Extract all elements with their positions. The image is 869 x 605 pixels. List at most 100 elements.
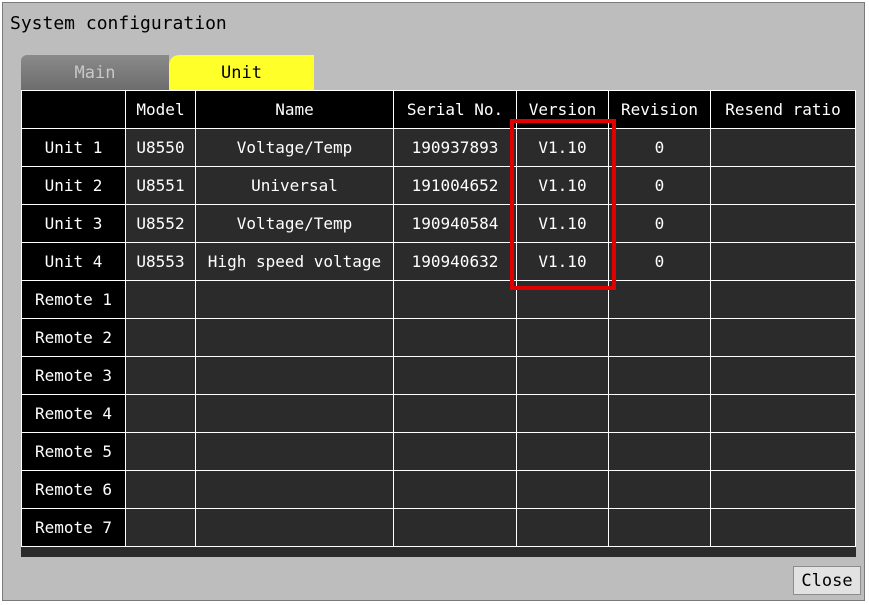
cell-serial [393, 280, 517, 319]
row-label: Remote 4 [21, 394, 126, 433]
cell-version [516, 280, 609, 319]
cell-resend-ratio [710, 394, 856, 433]
column-header-version: Version [516, 90, 609, 129]
table-corner [21, 90, 126, 129]
table-row: Remote 6 [21, 470, 856, 509]
cell-resend-ratio [710, 204, 856, 243]
cell-resend-ratio [710, 242, 856, 281]
cell-revision: 0 [608, 128, 711, 167]
row-label: Remote 2 [21, 318, 126, 357]
cell-model [125, 356, 196, 395]
row-label: Remote 5 [21, 432, 126, 471]
tab-unit[interactable]: Unit [169, 55, 314, 91]
cell-serial [393, 470, 517, 509]
column-header-resend-ratio: Resend ratio [710, 90, 856, 129]
cell-revision [608, 432, 711, 471]
cell-resend-ratio [710, 166, 856, 205]
cell-serial: 191004652 [393, 166, 517, 205]
table-row: Remote 5 [21, 432, 856, 471]
row-label: Unit 4 [21, 242, 126, 281]
cell-name [195, 318, 394, 357]
cell-serial: 190937893 [393, 128, 517, 167]
cell-serial: 190940584 [393, 204, 517, 243]
cell-serial [393, 394, 517, 433]
row-label: Unit 1 [21, 128, 126, 167]
cell-resend-ratio [710, 508, 856, 547]
cell-resend-ratio [710, 356, 856, 395]
window-title: System configuration [10, 13, 227, 34]
system-configuration-window: System configuration Main Unit Model Nam… [2, 2, 865, 601]
cell-revision: 0 [608, 204, 711, 243]
cell-model: U8551 [125, 166, 196, 205]
cell-model [125, 432, 196, 471]
cell-version: V1.10 [516, 166, 609, 205]
table-row: Unit 1 U8550 Voltage/Temp 190937893 V1.10 0 [21, 128, 856, 167]
table-header-row: Model Name Serial No. Version Revision R… [21, 90, 856, 129]
row-label: Remote 7 [21, 508, 126, 547]
cell-name: Voltage/Temp [195, 128, 394, 167]
cell-name [195, 470, 394, 509]
cell-model [125, 280, 196, 319]
cell-revision: 0 [608, 242, 711, 281]
table-row: Unit 2 U8551 Universal 191004652 V1.10 0 [21, 166, 856, 205]
column-header-serial: Serial No. [393, 90, 517, 129]
cell-version [516, 394, 609, 433]
cell-serial: 190940632 [393, 242, 517, 281]
cell-name: Voltage/Temp [195, 204, 394, 243]
cell-serial [393, 356, 517, 395]
cell-name [195, 432, 394, 471]
cell-version [516, 470, 609, 509]
cell-resend-ratio [710, 128, 856, 167]
cell-serial [393, 318, 517, 357]
table-row: Remote 7 [21, 508, 856, 547]
cell-name [195, 280, 394, 319]
cell-name [195, 508, 394, 547]
tab-main[interactable]: Main [21, 55, 169, 91]
row-label: Remote 3 [21, 356, 126, 395]
row-label: Unit 3 [21, 204, 126, 243]
column-header-revision: Revision [608, 90, 711, 129]
cell-name: Universal [195, 166, 394, 205]
cell-revision [608, 318, 711, 357]
cell-serial [393, 508, 517, 547]
table-row: Remote 4 [21, 394, 856, 433]
cell-model: U8552 [125, 204, 196, 243]
table-row: Remote 1 [21, 280, 856, 319]
cell-name: High speed voltage [195, 242, 394, 281]
cell-revision: 0 [608, 166, 711, 205]
cell-revision [608, 280, 711, 319]
cell-version: V1.10 [516, 204, 609, 243]
cell-model [125, 318, 196, 357]
unit-table: Model Name Serial No. Version Revision R… [21, 90, 856, 547]
cell-model [125, 394, 196, 433]
cell-version: V1.10 [516, 128, 609, 167]
row-label: Remote 6 [21, 470, 126, 509]
cell-revision [608, 508, 711, 547]
row-label: Remote 1 [21, 280, 126, 319]
table-row: Remote 3 [21, 356, 856, 395]
cell-resend-ratio [710, 280, 856, 319]
cell-model: U8550 [125, 128, 196, 167]
cell-name [195, 394, 394, 433]
table-row: Unit 3 U8552 Voltage/Temp 190940584 V1.10 0 [21, 204, 856, 243]
table-row: Remote 2 [21, 318, 856, 357]
close-button[interactable]: Close [793, 566, 861, 595]
cell-version [516, 318, 609, 357]
cell-model [125, 470, 196, 509]
cell-model: U8553 [125, 242, 196, 281]
cell-version [516, 508, 609, 547]
table-row: Unit 4 U8553 High speed voltage 190940632 V1… [21, 242, 856, 281]
cell-resend-ratio [710, 318, 856, 357]
cell-model [125, 508, 196, 547]
cell-version [516, 356, 609, 395]
cell-revision [608, 356, 711, 395]
cell-serial [393, 432, 517, 471]
cell-resend-ratio [710, 432, 856, 471]
row-label: Unit 2 [21, 166, 126, 205]
column-header-name: Name [195, 90, 394, 129]
cell-version [516, 432, 609, 471]
cell-version: V1.10 [516, 242, 609, 281]
cell-revision [608, 470, 711, 509]
cell-revision [608, 394, 711, 433]
cell-name [195, 356, 394, 395]
